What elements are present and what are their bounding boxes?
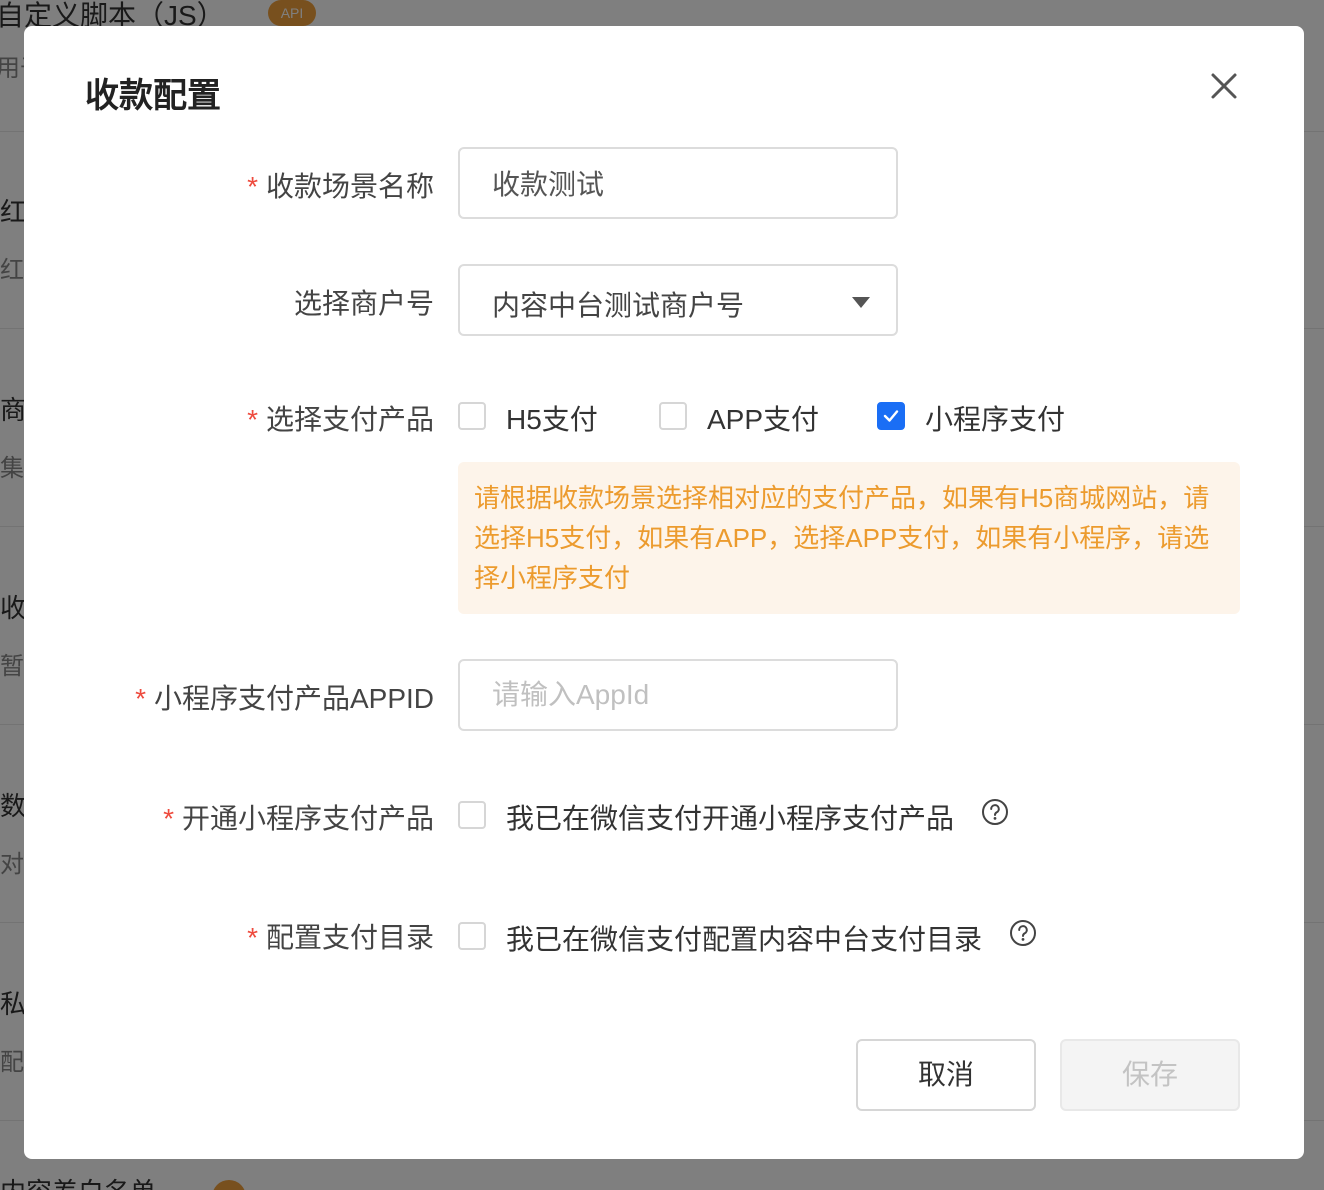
appid-input[interactable]: [458, 659, 898, 731]
form-label-text: 收款场景名称: [265, 171, 434, 202]
form-label: * 开通小程序支付产品: [163, 797, 434, 837]
cancel-button[interactable]: 取消: [856, 1039, 1036, 1111]
merchant-select[interactable]: 内容中台测试商户号: [458, 264, 898, 336]
app-pay-label[interactable]: APP支付: [707, 398, 819, 438]
form-label: * 配置支付目录: [247, 916, 434, 956]
check-icon: [883, 410, 899, 422]
form-label: * 小程序支付产品APPID: [135, 677, 434, 717]
required-mark: *: [247, 404, 258, 435]
merchant-select-value: 内容中台测试商户号: [492, 290, 745, 321]
h5-pay-checkbox[interactable]: [458, 402, 486, 430]
h5-pay-label[interactable]: H5支付: [506, 398, 598, 438]
app-pay-checkbox[interactable]: [659, 402, 687, 430]
form-label: * 收款场景名称: [247, 165, 434, 205]
pay-dir-checkbox[interactable]: [458, 922, 486, 950]
form-label-text: 开通小程序支付产品: [181, 803, 434, 834]
required-mark: *: [163, 803, 174, 834]
mini-program-pay-checkbox[interactable]: [877, 402, 905, 430]
caret-down-icon: [852, 296, 870, 314]
question-circle-icon[interactable]: [1009, 919, 1037, 947]
close-icon[interactable]: [1206, 68, 1242, 104]
required-mark: *: [247, 171, 258, 202]
form-label-text: 选择商户号: [293, 288, 434, 319]
scene-name-input[interactable]: [458, 147, 898, 219]
dialog-title: 收款配置: [85, 77, 221, 115]
form-label-text: 配置支付目录: [265, 922, 434, 953]
open-product-checkbox-label[interactable]: 我已在微信支付开通小程序支付产品: [506, 797, 954, 837]
form-label: * 选择支付产品: [247, 398, 434, 438]
open-product-checkbox[interactable]: [458, 801, 486, 829]
mini-program-pay-label[interactable]: 小程序支付: [925, 398, 1065, 438]
payment-config-dialog: 收款配置 *收款场景名称 选择商户号 内容中台测试商户号 *选择支付产品 H5支…: [24, 26, 1304, 1159]
required-mark: *: [135, 683, 146, 714]
form-label-text: 小程序支付产品APPID: [153, 683, 434, 714]
save-button[interactable]: 保存: [1060, 1039, 1240, 1111]
required-mark: *: [247, 922, 258, 953]
question-circle-icon[interactable]: [981, 798, 1009, 826]
pay-dir-checkbox-label[interactable]: 我已在微信支付配置内容中台支付目录: [506, 918, 982, 958]
pay-product-hint: 请根据收款场景选择相对应的支付产品，如果有H5商城网站，请选择H5支付，如果有A…: [458, 462, 1240, 614]
form-label-text: 选择支付产品: [265, 404, 434, 435]
